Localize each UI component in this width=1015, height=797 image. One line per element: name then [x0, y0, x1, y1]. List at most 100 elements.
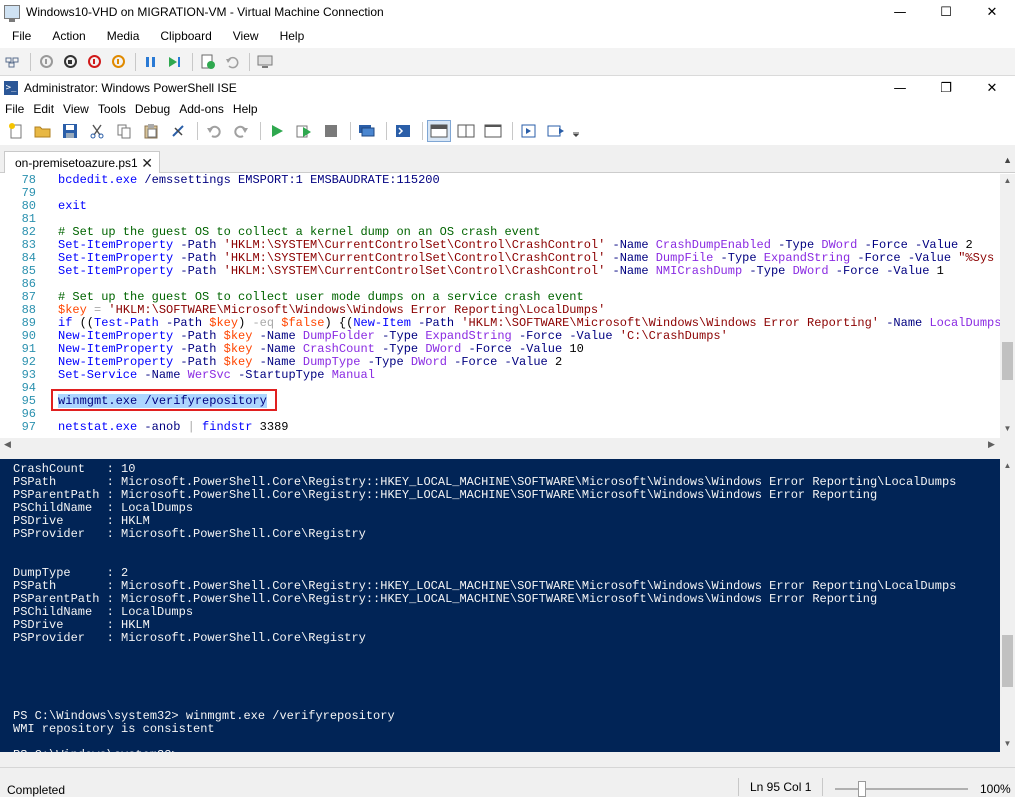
code-line[interactable]: 79 — [0, 187, 1000, 200]
vm-connection-icon — [4, 5, 20, 22]
ise-window-title: Administrator: Windows PowerShell ISE — [24, 81, 237, 95]
show-script-pane-icon[interactable] — [517, 120, 541, 142]
reset-icon[interactable] — [164, 51, 186, 73]
zoom-slider-track[interactable] — [835, 788, 968, 790]
toolbar-separator — [350, 122, 351, 140]
redo-icon[interactable] — [229, 120, 253, 142]
toolbar-separator — [249, 52, 250, 71]
start-vm-icon[interactable] — [35, 51, 57, 73]
code-line[interactable]: 93 Set-Service -Name WerSvc -StartupType … — [0, 369, 1000, 382]
vm-menu-clipboard[interactable]: Clipboard — [148, 29, 220, 43]
script-tabstrip: on-premisetoazure.ps1 ✕ ▲ — [0, 145, 1015, 173]
scroll-left-icon[interactable]: ◀ — [4, 439, 11, 450]
layout-right-icon[interactable] — [454, 120, 478, 142]
ise-menu-edit[interactable]: Edit — [28, 102, 58, 116]
ctrl-alt-del-icon[interactable] — [2, 51, 24, 73]
scroll-up-icon[interactable]: ▲ — [1000, 176, 1015, 185]
console-line: PSProvider : Microsoft.PowerShell.Core\R… — [13, 631, 366, 645]
console-scroll-thumb[interactable] — [1002, 635, 1013, 687]
paste-icon[interactable] — [139, 120, 163, 142]
console-line: WMI repository is consistent — [13, 722, 215, 736]
vm-toolbar — [0, 48, 1015, 76]
zoom-level: 100% — [980, 782, 1011, 796]
toolbar-separator — [30, 52, 31, 71]
open-file-icon[interactable] — [31, 120, 55, 142]
revert-icon[interactable] — [221, 51, 243, 73]
scroll-right-icon[interactable]: ▶ — [988, 439, 995, 450]
console-horizontal-scrollbar[interactable] — [0, 752, 1000, 767]
console-pane[interactable]: CrashCount : 10 PSPath : Microsoft.PowerS… — [0, 459, 1000, 752]
pause-icon[interactable] — [140, 51, 162, 73]
ise-restore-button[interactable]: ❐ — [923, 77, 969, 99]
toolbar-overflow-icon[interactable] — [571, 120, 581, 142]
ise-minimize-button[interactable]: — — [877, 77, 923, 99]
vm-menu-view[interactable]: View — [221, 29, 268, 43]
status-separator — [822, 778, 823, 796]
checkpoint-icon[interactable] — [197, 51, 219, 73]
ise-toolbar — [0, 118, 1015, 144]
toolbar-separator — [135, 52, 136, 71]
highlight-annotation-box — [51, 389, 277, 411]
close-button[interactable]: ✕ — [969, 0, 1015, 24]
console-vertical-scrollbar[interactable]: ▲ ▼ — [1000, 459, 1015, 752]
vm-menu-help[interactable]: Help — [268, 29, 314, 43]
show-commands-icon[interactable] — [544, 120, 568, 142]
cursor-position: Ln 95 Col 1 — [750, 780, 812, 794]
run-script-icon[interactable] — [265, 120, 289, 142]
vm-titlebar: Windows10-VHD on MIGRATION-VM - Virtual … — [0, 0, 1015, 24]
status-separator — [738, 778, 739, 796]
status-bar: Completed Ln 95 Col 1 100% — [0, 767, 1015, 797]
ise-menu-tools[interactable]: Tools — [93, 102, 130, 116]
console-scroll-up-icon[interactable]: ▲ — [1000, 461, 1015, 470]
powershell-console-icon[interactable] — [391, 120, 415, 142]
editor-horizontal-scrollbar[interactable]: ◀ ▶ — [0, 438, 1000, 453]
ise-menu-debug[interactable]: Debug — [130, 102, 174, 116]
minimize-button[interactable]: — — [877, 0, 923, 24]
stop-operation-icon[interactable] — [319, 120, 343, 142]
run-selection-icon[interactable] — [292, 120, 316, 142]
scroll-down-icon[interactable]: ▼ — [1000, 424, 1015, 433]
editor-scroll-thumb[interactable] — [1002, 342, 1013, 380]
code-line[interactable]: 78 bcdedit.exe /emssettings EMSPORT:1 EMS… — [0, 174, 1000, 187]
scrollbar-corner — [1000, 438, 1015, 453]
save-icon[interactable] — [58, 120, 82, 142]
undo-icon[interactable] — [202, 120, 226, 142]
code-line[interactable]: 85 Set-ItemProperty -Path 'HKLM:\SYSTEM\C… — [0, 265, 1000, 278]
shut-down-icon[interactable] — [83, 51, 105, 73]
ise-menu-addons[interactable]: Add-ons — [174, 102, 228, 116]
status-text: Completed — [7, 783, 66, 797]
remote-powershell-icon[interactable] — [355, 120, 379, 142]
tab-on-premisetoazure[interactable]: on-premisetoazure.ps1 ✕ — [4, 151, 160, 173]
tab-close-icon[interactable]: ✕ — [141, 155, 153, 172]
ise-menu-view[interactable]: View — [58, 102, 93, 116]
console-scroll-down-icon[interactable]: ▼ — [1000, 739, 1015, 748]
maximize-button[interactable]: ☐ — [923, 0, 969, 24]
code-text: Set-ItemProperty -Path 'HKLM:\SYSTEM\Cur… — [58, 264, 944, 278]
line-number: 97 — [21, 420, 36, 434]
turn-off-icon[interactable] — [59, 51, 81, 73]
new-file-icon[interactable] — [4, 120, 28, 142]
ise-menu-help[interactable]: Help — [228, 102, 262, 116]
enhanced-session-icon[interactable] — [254, 51, 276, 73]
vm-window-title: Windows10-VHD on MIGRATION-VM - Virtual … — [26, 5, 384, 19]
code-line[interactable]: 80 exit — [0, 200, 1000, 213]
zoom-slider-thumb[interactable] — [858, 781, 866, 797]
tab-collapse-icon[interactable]: ▲ — [1003, 155, 1012, 165]
vm-window-controls: — ☐ ✕ — [877, 0, 1015, 24]
vm-menu-media[interactable]: Media — [95, 29, 149, 43]
vm-menu-file[interactable]: File — [0, 29, 40, 43]
code-text: bcdedit.exe /emssettings EMSPORT:1 EMSBA… — [58, 174, 440, 187]
clear-console-icon[interactable] — [166, 120, 190, 142]
vm-menu-action[interactable]: Action — [40, 29, 94, 43]
code-text: exit — [58, 199, 87, 213]
editor-vertical-scrollbar[interactable]: ▲ ▼ — [1000, 174, 1015, 438]
ise-menu-file[interactable]: File — [0, 102, 28, 116]
copy-icon[interactable] — [112, 120, 136, 142]
ise-close-button[interactable]: ✕ — [969, 77, 1015, 99]
layout-top-icon[interactable] — [427, 120, 451, 142]
layout-maximized-icon[interactable] — [481, 120, 505, 142]
ise-menubar: File Edit View Tools Debug Add-ons Help — [0, 99, 1015, 118]
cut-icon[interactable] — [85, 120, 109, 142]
save-state-icon[interactable] — [107, 51, 129, 73]
code-line[interactable]: 97 netstat.exe -anob | findstr 3389 — [0, 421, 1000, 434]
